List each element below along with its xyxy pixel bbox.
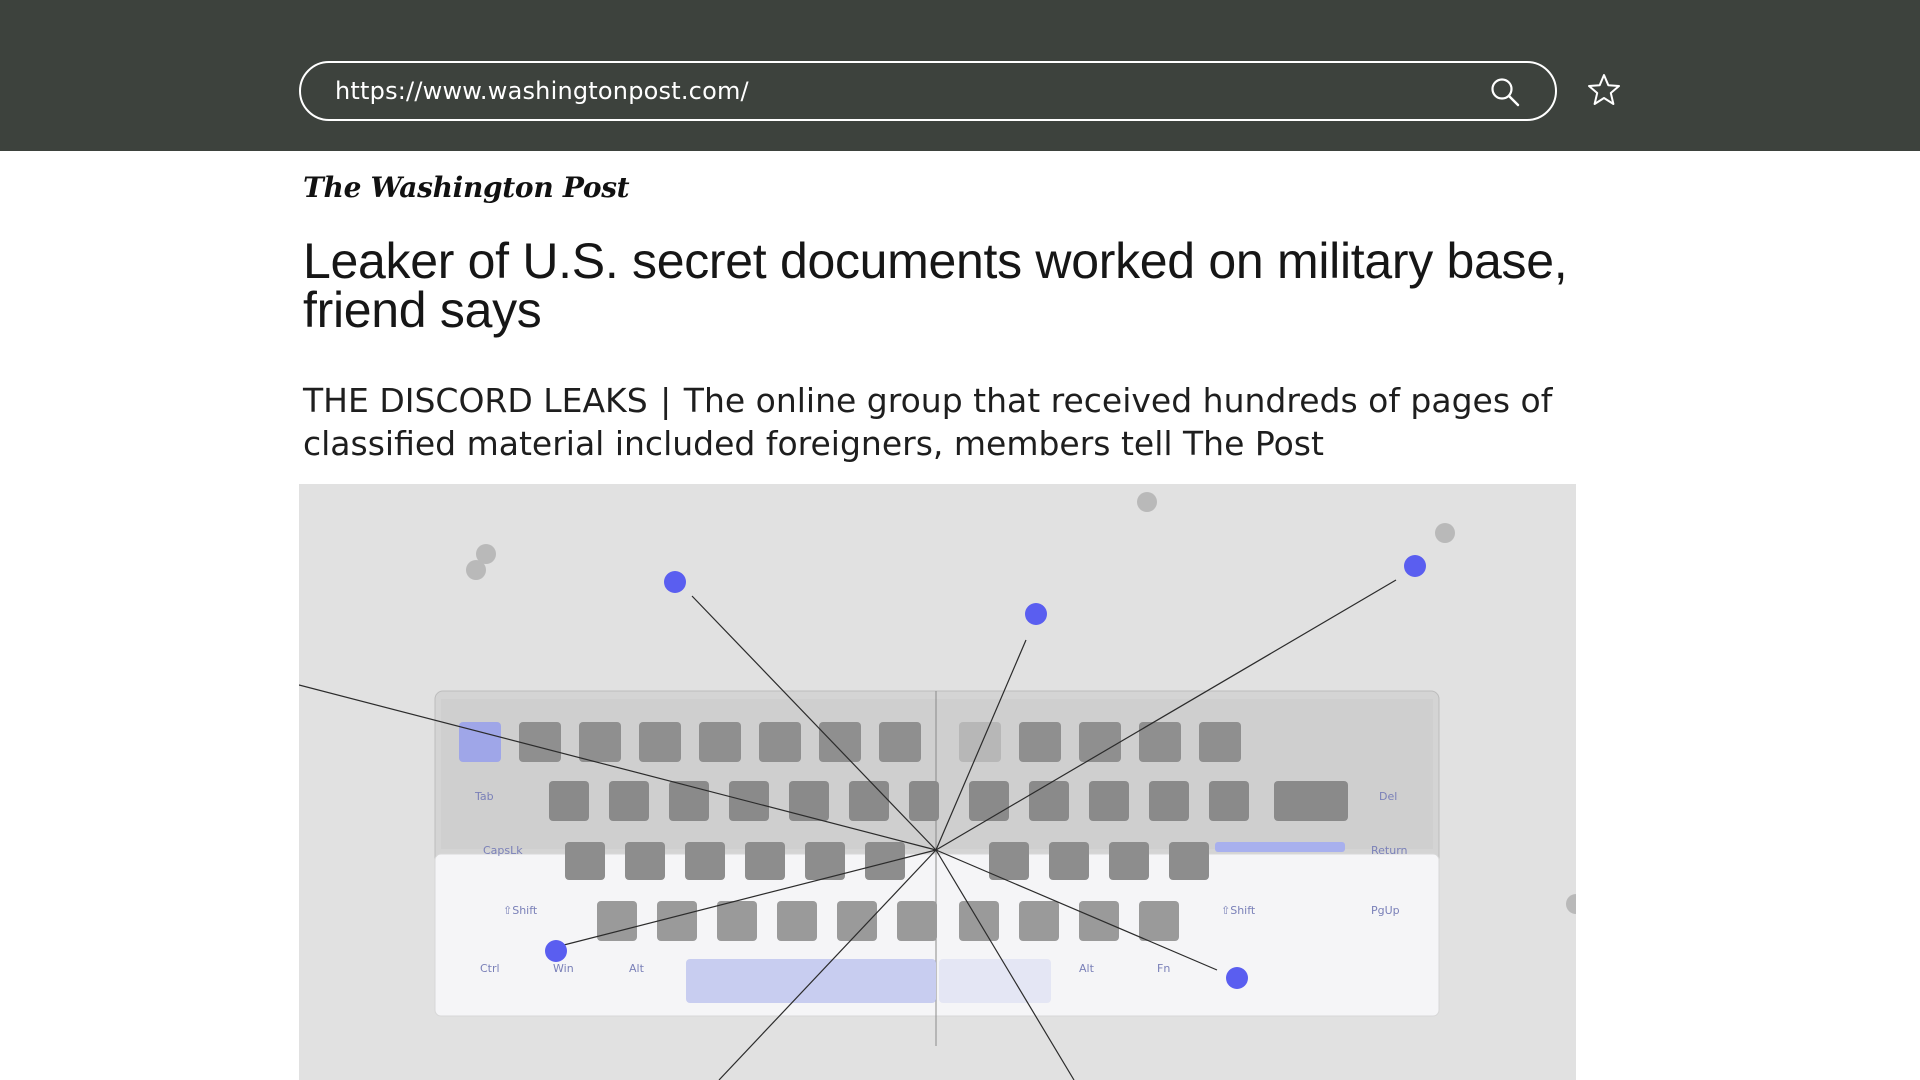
address-bar[interactable]: https://www.washingtonpost.com/: [299, 61, 1557, 121]
address-bar-url[interactable]: https://www.washingtonpost.com/: [335, 77, 749, 105]
browser-toolbar: https://www.washingtonpost.com/: [0, 0, 1920, 151]
keyboard-image: Tab CapsLk ⇧Shift Ctrl Win Alt Alt Fn ⇧S…: [434, 690, 1440, 1046]
article-headline[interactable]: Leaker of U.S. secret documents worked o…: [303, 236, 1603, 335]
article-hero-image[interactable]: Tab CapsLk ⇧Shift Ctrl Win Alt Alt Fn ⇧S…: [299, 484, 1576, 1080]
search-icon[interactable]: [1489, 76, 1521, 108]
key-label-pgup: PgUp: [1371, 904, 1400, 917]
key-label-shift-right: ⇧Shift: [1221, 904, 1256, 917]
article-page: The Washington Post Leaker of U.S. secre…: [0, 151, 1920, 1080]
key-label-shift-left: ⇧Shift: [503, 904, 538, 917]
article-subheadline: THE DISCORD LEAKS | The online group tha…: [303, 379, 1603, 465]
key-label-alt-left: Alt: [629, 962, 645, 975]
key-label-win: Win: [553, 962, 574, 975]
key-label-capslock: CapsLk: [483, 844, 523, 857]
key-label-fn: Fn: [1157, 962, 1170, 975]
star-icon[interactable]: [1586, 72, 1622, 108]
network-node: [545, 940, 567, 962]
key-label-ctrl: Ctrl: [480, 962, 500, 975]
key-label-tab: Tab: [474, 790, 494, 803]
washington-post-logo[interactable]: The Washington Post: [303, 171, 630, 204]
article-kicker[interactable]: THE DISCORD LEAKS: [303, 381, 648, 420]
key-label-alt-right: Alt: [1079, 962, 1095, 975]
network-node: [1226, 967, 1248, 989]
key-label-del: Del: [1379, 790, 1397, 803]
network-node: [1025, 603, 1047, 625]
kicker-separator: |: [660, 381, 672, 420]
key-label-return: Return: [1371, 844, 1408, 857]
network-node: [664, 571, 686, 593]
network-node: [1404, 555, 1426, 577]
keyboard-network-illustration: Tab CapsLk ⇧Shift Ctrl Win Alt Alt Fn ⇧S…: [299, 492, 1576, 1080]
